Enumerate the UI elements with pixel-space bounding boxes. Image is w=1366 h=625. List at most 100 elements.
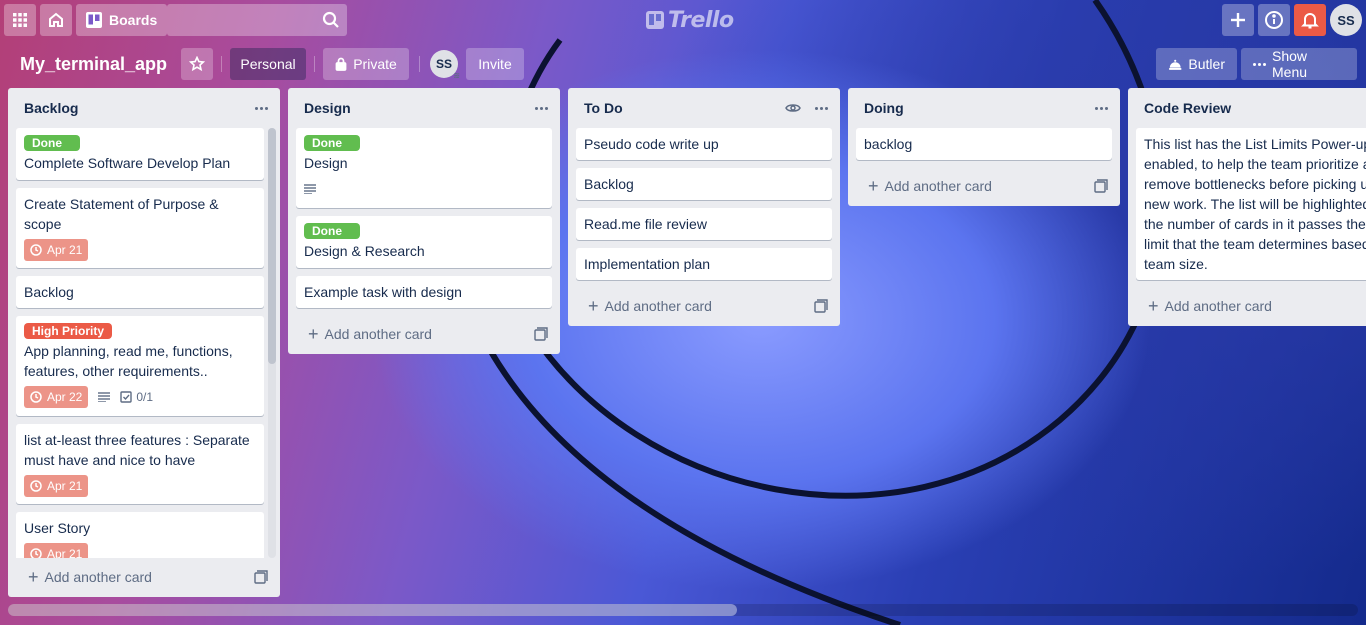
boards-button[interactable]: Boards xyxy=(76,4,168,36)
list-menu-icon[interactable] xyxy=(1095,106,1108,110)
card[interactable]: Create Statement of Purpose & scope Apr … xyxy=(16,188,264,268)
card-title: backlog xyxy=(864,136,913,152)
apps-button[interactable] xyxy=(4,4,36,36)
card[interactable]: Done Design xyxy=(296,128,552,208)
list-title[interactable]: Backlog xyxy=(24,100,78,116)
card-title: list at-least three features : Separate … xyxy=(24,432,250,468)
list-title[interactable]: Design xyxy=(304,100,351,116)
list-scrollbar[interactable] xyxy=(268,128,276,558)
card[interactable]: Backlog xyxy=(576,168,832,200)
invite-button[interactable]: Invite xyxy=(466,48,524,80)
search-box[interactable] xyxy=(167,4,347,36)
show-menu-label: Show Menu xyxy=(1272,48,1308,80)
card-title: App planning, read me, functions, featur… xyxy=(24,343,233,379)
card[interactable]: This list has the List Limits Power-up e… xyxy=(1136,128,1366,280)
list-code-review: Code Review This list has the List Limit… xyxy=(1128,88,1366,326)
list-header: Design xyxy=(288,88,560,128)
card[interactable]: Read.me file review xyxy=(576,208,832,240)
list-title[interactable]: To Do xyxy=(584,100,623,116)
home-button[interactable] xyxy=(40,4,72,36)
card-title: Design xyxy=(304,155,348,171)
search-input[interactable] xyxy=(167,4,347,36)
card[interactable]: High Priority App planning, read me, fun… xyxy=(16,316,264,416)
info-button[interactable] xyxy=(1258,4,1290,36)
description-icon xyxy=(98,392,111,402)
card[interactable]: list at-least three features : Separate … xyxy=(16,424,264,504)
list-header: Backlog xyxy=(8,88,280,128)
plus-icon xyxy=(1231,13,1245,27)
due-date-badge[interactable]: Apr 22 xyxy=(24,386,89,408)
checklist-icon xyxy=(120,391,133,403)
search-icon[interactable] xyxy=(321,10,341,30)
card-title: Example task with design xyxy=(304,284,462,300)
header-divider xyxy=(221,56,222,72)
list-menu-icon[interactable] xyxy=(815,106,828,110)
member-avatar[interactable]: SS ≋ xyxy=(430,50,460,80)
team-visibility-button[interactable]: Personal xyxy=(230,48,306,80)
board-title[interactable]: My_terminal_app xyxy=(12,48,175,80)
add-card-label: Add another card xyxy=(44,569,152,585)
card[interactable]: Pseudo code write up xyxy=(576,128,832,160)
trello-board-icon xyxy=(86,12,102,28)
card-title: Pseudo code write up xyxy=(584,136,719,152)
card[interactable]: Done Complete Software Develop Plan xyxy=(16,128,264,180)
privacy-label: Private xyxy=(353,56,397,72)
list-title[interactable]: Code Review xyxy=(1144,100,1231,116)
due-date-badge[interactable]: Apr 21 xyxy=(24,239,89,261)
card[interactable]: Backlog xyxy=(16,276,264,308)
add-card-button[interactable]: + Add another card xyxy=(568,288,840,324)
board-horizontal-scrollbar[interactable] xyxy=(8,604,1358,616)
add-card-button[interactable]: + Add another card xyxy=(1128,288,1366,324)
trello-logo-icon xyxy=(646,11,664,29)
card-template-icon[interactable] xyxy=(534,327,548,341)
list-menu-icon[interactable] xyxy=(255,106,268,110)
show-menu-button[interactable]: Show Menu xyxy=(1241,48,1357,80)
plus-icon: + xyxy=(1148,295,1159,316)
admin-badge-icon: ≋ xyxy=(453,71,460,80)
notifications-button[interactable] xyxy=(1294,4,1326,36)
card[interactable]: Done Design & Research xyxy=(296,216,552,268)
butler-label: Butler xyxy=(1188,56,1225,72)
header-divider xyxy=(419,56,420,72)
list-menu-icon[interactable] xyxy=(535,106,548,110)
card-template-icon[interactable] xyxy=(254,570,268,584)
card[interactable]: Example task with design xyxy=(296,276,552,308)
privacy-button[interactable]: Private xyxy=(323,48,409,80)
due-date-text: Apr 22 xyxy=(47,390,83,404)
list-cards[interactable]: Done Complete Software Develop Plan Crea… xyxy=(8,128,280,558)
card[interactable]: User Story Apr 21 xyxy=(16,512,264,558)
butler-icon xyxy=(1168,59,1182,70)
plus-icon: + xyxy=(28,566,39,587)
list-header: Doing xyxy=(848,88,1120,128)
card-title: Backlog xyxy=(584,176,634,192)
trello-logo[interactable]: Trello xyxy=(646,8,734,33)
lock-icon xyxy=(335,57,347,71)
star-button[interactable] xyxy=(181,48,213,80)
due-date-text: Apr 21 xyxy=(47,547,83,558)
card-template-icon[interactable] xyxy=(814,299,828,313)
boards-label: Boards xyxy=(109,12,158,28)
due-date-text: Apr 21 xyxy=(47,243,83,257)
clock-icon xyxy=(30,548,42,558)
card-template-icon[interactable] xyxy=(1094,179,1108,193)
create-button[interactable] xyxy=(1222,4,1254,36)
team-visibility-label: Personal xyxy=(240,56,296,72)
card-label-done: Done xyxy=(304,223,360,239)
card-title: Read.me file review xyxy=(584,216,707,232)
card[interactable]: backlog xyxy=(856,128,1112,160)
card-label-done: Done xyxy=(304,135,360,151)
card-title: Complete Software Develop Plan xyxy=(24,155,231,171)
watch-eye-icon[interactable] xyxy=(785,102,801,114)
add-card-button[interactable]: + Add another card xyxy=(848,168,1120,204)
top-header: Boards Trello SS xyxy=(0,0,1366,40)
add-card-button[interactable]: + Add another card xyxy=(16,559,272,595)
butler-button[interactable]: Butler xyxy=(1156,48,1237,80)
description-icon xyxy=(304,184,316,194)
checklist-badge: 0/1 xyxy=(120,390,153,404)
list-title[interactable]: Doing xyxy=(864,100,904,116)
user-avatar[interactable]: SS xyxy=(1330,4,1362,36)
due-date-badge[interactable]: Apr 21 xyxy=(24,475,89,497)
card[interactable]: Implementation plan xyxy=(576,248,832,280)
add-card-button[interactable]: + Add another card xyxy=(288,316,560,352)
due-date-badge[interactable]: Apr 21 xyxy=(24,543,89,558)
